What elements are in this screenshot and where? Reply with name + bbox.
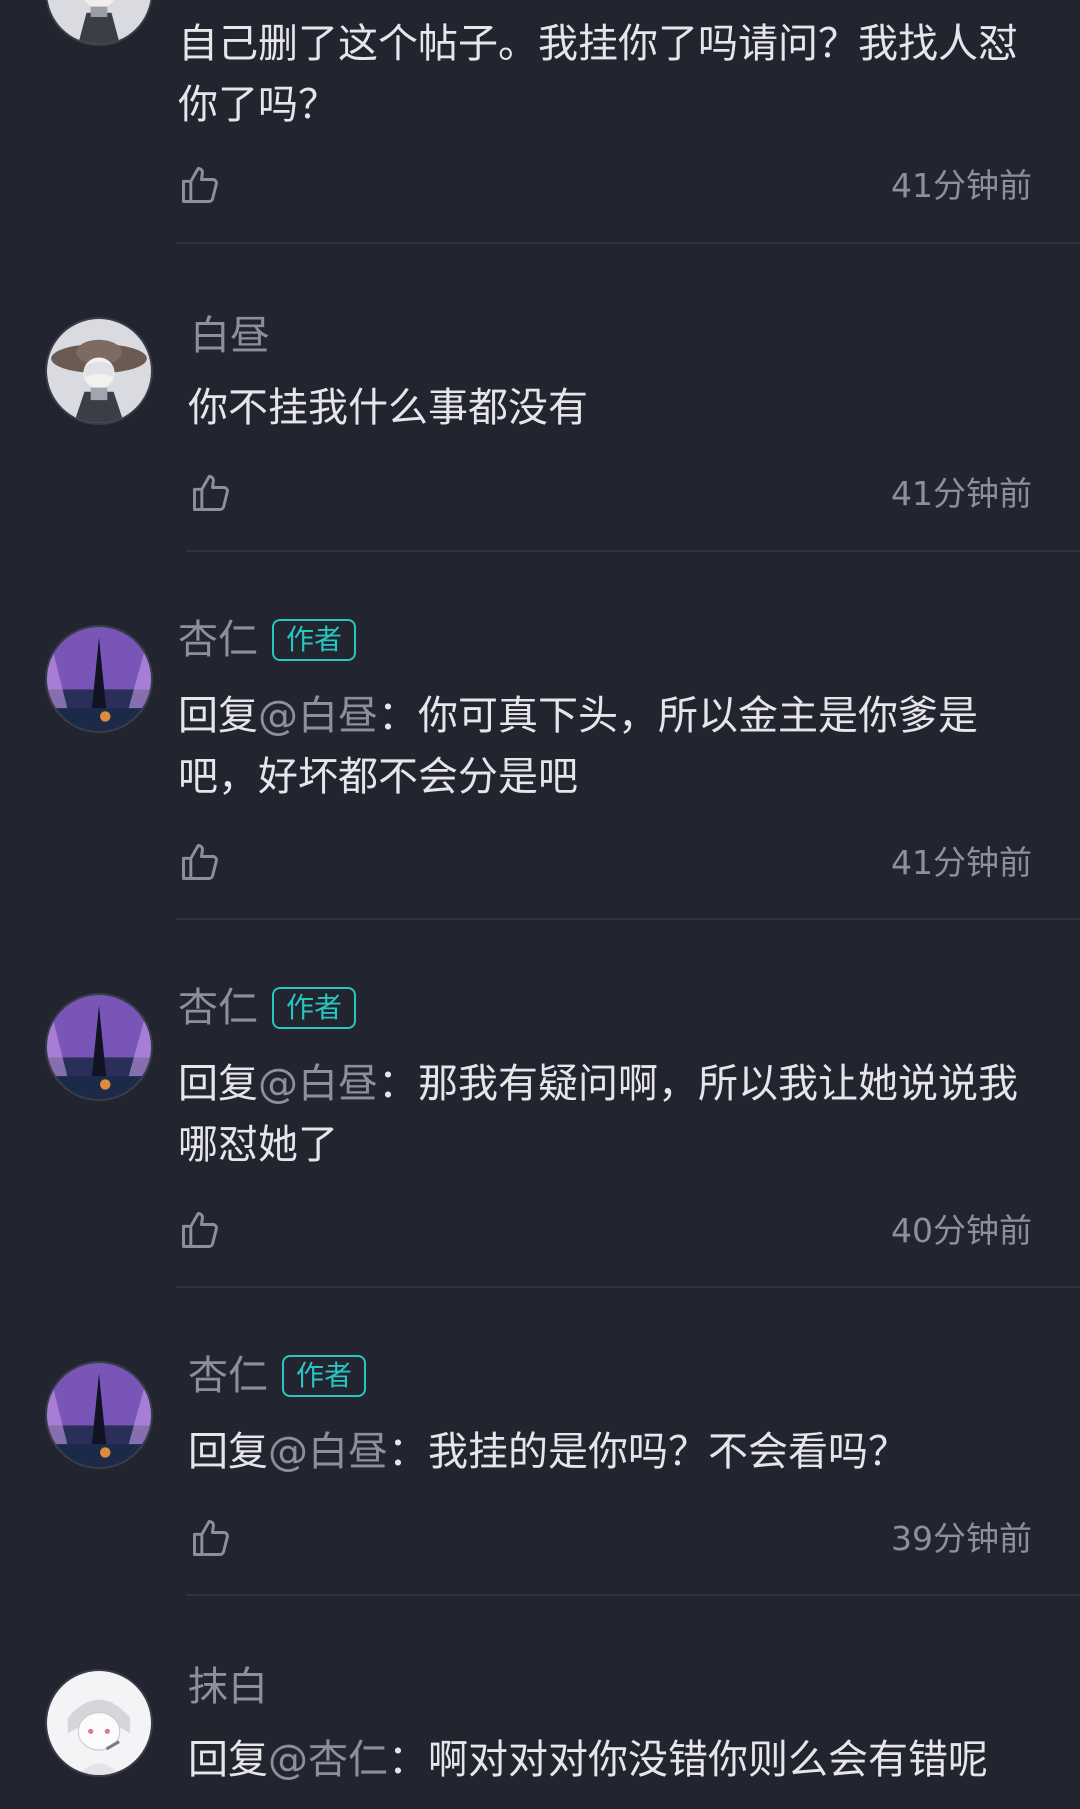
avatar-image bbox=[47, 0, 151, 44]
username[interactable]: 杏仁 bbox=[178, 620, 258, 660]
divider bbox=[176, 1286, 1080, 1288]
reply-body: ：啊对对对你没错你则么会有错呢 bbox=[388, 1737, 988, 1783]
username[interactable]: 杏仁 bbox=[178, 988, 258, 1028]
avatar-xingren[interactable] bbox=[45, 625, 153, 733]
reply-body: ：我挂的是你吗？不会看吗？ bbox=[388, 1429, 908, 1475]
mention-link[interactable]: @白昼 bbox=[258, 1061, 378, 1107]
mention-link[interactable]: @白昼 bbox=[258, 693, 378, 739]
comment-time: 40分钟前 bbox=[891, 1211, 1032, 1250]
author-badge: 作者 bbox=[272, 619, 357, 661]
like-icon[interactable] bbox=[178, 1208, 222, 1252]
divider bbox=[176, 242, 1080, 244]
comment-text: 回复@白昼：我挂的是你吗？不会看吗？ bbox=[188, 1422, 1030, 1483]
avatar-image bbox=[47, 995, 151, 1099]
author-badge: 作者 bbox=[282, 1355, 367, 1397]
comment-header: 白昼 bbox=[190, 316, 270, 356]
comment-header: 杏仁 作者 bbox=[178, 987, 357, 1029]
comment-time: 41分钟前 bbox=[891, 166, 1032, 205]
like-icon[interactable] bbox=[178, 163, 222, 207]
avatar-xingren[interactable] bbox=[45, 993, 153, 1101]
avatar-mobai[interactable] bbox=[45, 1669, 153, 1777]
divider bbox=[176, 918, 1080, 920]
username[interactable]: 白昼 bbox=[190, 316, 270, 356]
avatar-xingren[interactable] bbox=[45, 1361, 153, 1469]
comment-time: 41分钟前 bbox=[891, 474, 1032, 513]
comment-header: 杏仁 作者 bbox=[178, 619, 357, 661]
comment-header: 杏仁 作者 bbox=[188, 1355, 367, 1397]
avatar-image bbox=[47, 1363, 151, 1467]
comment-text: 回复@杏仁：啊对对对你没错你则么会有错呢 bbox=[188, 1730, 1040, 1791]
username[interactable]: 杏仁 bbox=[188, 1356, 268, 1396]
divider bbox=[186, 1594, 1080, 1596]
like-icon[interactable] bbox=[189, 471, 233, 515]
avatar-baizhou[interactable] bbox=[45, 0, 153, 46]
comment-text: 自己删了这个帖子。我挂你了吗请问？我找人怼你了吗？ bbox=[178, 21, 1018, 128]
mention-link[interactable]: @白昼 bbox=[268, 1429, 388, 1475]
reply-prefix: 回复 bbox=[178, 693, 258, 739]
comment-time: 39分钟前 bbox=[891, 1519, 1032, 1558]
like-icon[interactable] bbox=[178, 840, 222, 884]
mention-link[interactable]: @杏仁 bbox=[268, 1737, 388, 1783]
avatar-image bbox=[47, 319, 151, 423]
avatar-baizhou[interactable] bbox=[45, 317, 153, 425]
reply-prefix: 回复 bbox=[178, 1061, 258, 1107]
like-icon[interactable] bbox=[189, 1516, 233, 1560]
comment-text: 回复@白昼：那我有疑问啊，所以我让她说说我哪怼她了 bbox=[178, 1054, 1030, 1176]
reply-prefix: 回复 bbox=[188, 1429, 268, 1475]
avatar-image bbox=[47, 627, 151, 731]
reply-prefix: 回复 bbox=[188, 1737, 268, 1783]
comment-text: 你不挂我什么事都没有 bbox=[188, 385, 588, 431]
divider bbox=[186, 550, 1080, 552]
username[interactable]: 抹白 bbox=[188, 1667, 268, 1707]
avatar-image bbox=[47, 1671, 151, 1775]
comment-time: 41分钟前 bbox=[891, 843, 1032, 882]
author-badge: 作者 bbox=[272, 987, 357, 1029]
comment-text: 回复@白昼：你可真下头，所以金主是你爹是吧，好坏都不会分是吧 bbox=[178, 686, 1030, 808]
comment-header: 抹白 bbox=[188, 1667, 268, 1707]
